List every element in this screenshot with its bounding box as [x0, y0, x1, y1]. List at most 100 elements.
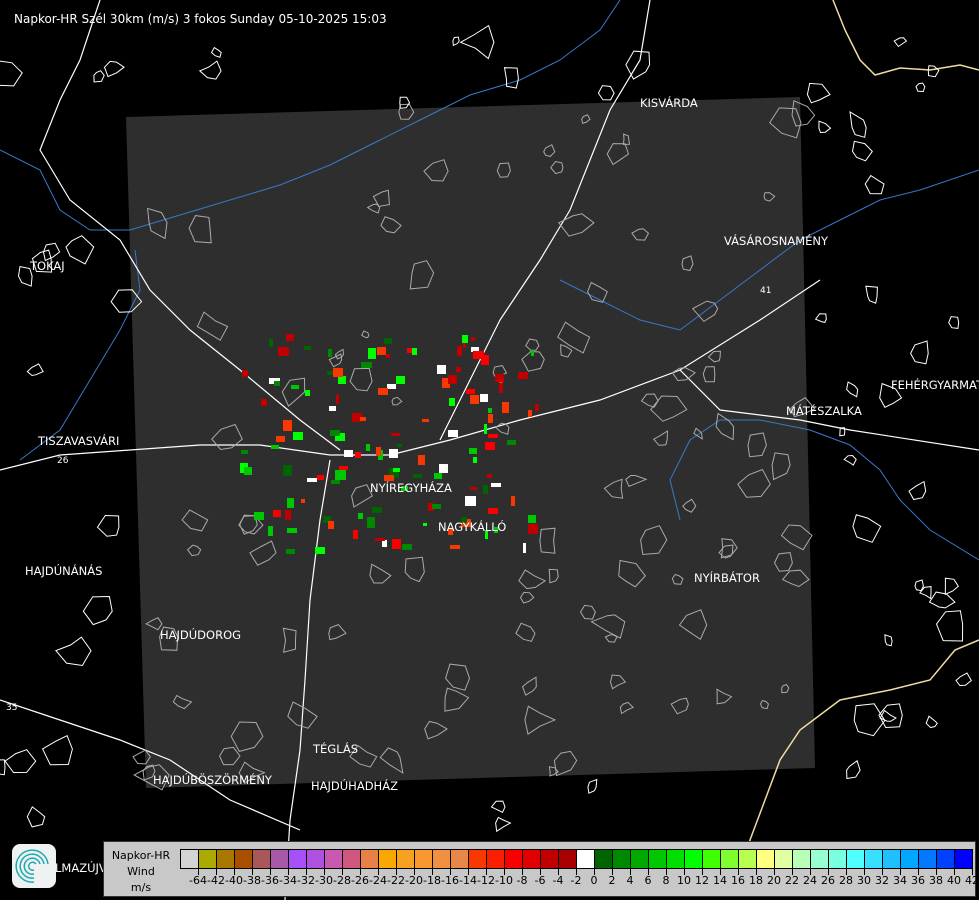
legend-tick-label: -2 [570, 874, 582, 887]
legend-tick-label: 2 [608, 874, 616, 887]
radar-echo [449, 398, 455, 406]
radar-echo [462, 335, 468, 343]
radar-echo [412, 348, 417, 355]
settlement-outline [625, 50, 651, 80]
radar-echo [315, 547, 325, 554]
radar-echo [317, 475, 324, 480]
radar-echo [413, 474, 422, 478]
radar-echo [305, 390, 310, 396]
legend-tick-label: -24 [369, 874, 387, 887]
legend-swatch [324, 849, 343, 869]
radar-echo [339, 466, 348, 470]
radar-echo [375, 538, 385, 541]
legend-tick-label: 34 [893, 874, 907, 887]
city-label: HAJDÚNÁNÁS [25, 563, 102, 578]
radar-echo [423, 523, 427, 526]
legend-tick-label: -28 [333, 874, 351, 887]
radar-echo [367, 517, 375, 528]
road-number: 35 [6, 703, 17, 713]
legend-swatch [342, 849, 361, 869]
radar-echo [330, 430, 340, 436]
settlement-outline [914, 579, 924, 592]
settlement-outline [915, 82, 926, 93]
radar-echo [448, 375, 457, 384]
radar-echo [333, 368, 343, 377]
radar-echo [499, 383, 503, 393]
color-legend: Napkor-HR Wind m/s -64 -42 -40 -38 -36 -34 -32… [103, 841, 979, 897]
road-number: 41 [760, 286, 771, 296]
radar-echo [391, 433, 400, 436]
settlement-outline [944, 577, 959, 596]
radar-echo [287, 498, 294, 508]
radar-echo [304, 346, 311, 350]
settlement-outline [925, 715, 938, 729]
legend-tick-label: 6 [644, 874, 652, 887]
legend-tick-label: 40 [947, 874, 961, 887]
radar-echo [483, 485, 488, 494]
radar-echo [523, 543, 526, 553]
legend-tick-label: 20 [767, 874, 781, 887]
legend-variable: Wind [127, 865, 155, 878]
radar-echo [418, 455, 425, 465]
legend-swatch [522, 849, 541, 869]
settlement-outline [928, 591, 956, 609]
radar-echo [276, 436, 285, 442]
legend-swatch [198, 849, 217, 869]
radar-echo [437, 365, 446, 374]
legend-swatch [468, 849, 487, 869]
legend-swatch [450, 849, 469, 869]
radar-echo [293, 432, 303, 440]
radar-echo [402, 544, 412, 550]
radar-echo [328, 349, 332, 357]
settlement-outline [0, 60, 23, 87]
legend-tick-label: 10 [677, 874, 691, 887]
legend-tick-label: -8 [516, 874, 528, 887]
radar-echo [353, 530, 358, 539]
legend-swatch [774, 849, 793, 869]
radar-echo [484, 424, 487, 434]
legend-tick-label: 24 [803, 874, 817, 887]
radar-echo [502, 402, 509, 413]
legend-swatch [270, 849, 289, 869]
legend-swatch [720, 849, 739, 869]
settlement-outline [503, 67, 519, 89]
settlement-outline [927, 65, 940, 78]
legend-unit: m/s [130, 881, 152, 894]
legend-swatch [396, 849, 415, 869]
radar-echo [358, 513, 363, 519]
settlement-outline [399, 96, 411, 109]
radar-echo [338, 376, 346, 384]
radar-echo [470, 395, 479, 404]
city-label: HAJDÚHADHÁZ [311, 778, 398, 793]
radar-echo [488, 408, 492, 413]
radar-echo [457, 346, 462, 356]
radar-echo [283, 420, 292, 431]
radar-echo [254, 512, 264, 520]
radar-echo [386, 354, 390, 358]
settlement-outline [853, 703, 886, 737]
legend-tick-label: -22 [387, 874, 405, 887]
radar-echo [378, 388, 388, 395]
radar-echo [344, 450, 353, 457]
legend-tick-label: 12 [695, 874, 709, 887]
legend-swatch [504, 849, 523, 869]
settlement-outline [908, 480, 927, 501]
legend-tick-label: -12 [477, 874, 495, 887]
city-label: NAGYKÁLLÓ [438, 519, 506, 534]
settlement-outline [948, 316, 960, 329]
settlement-outline [26, 806, 46, 828]
radar-echo [488, 508, 498, 514]
radar-echo [286, 549, 295, 554]
settlement-outline [103, 60, 125, 78]
legend-tick-label: -16 [441, 874, 459, 887]
legend-swatch [594, 849, 613, 869]
legend-tick-label: 28 [839, 874, 853, 887]
legend-swatch [234, 849, 253, 869]
legend-swatch [954, 849, 973, 869]
radar-echo [366, 444, 370, 451]
legend-tick-label: 8 [662, 874, 670, 887]
settlement-outline [893, 37, 908, 48]
radar-echo [422, 419, 429, 422]
radar-echo [328, 521, 334, 529]
settlement-outline [210, 46, 222, 58]
